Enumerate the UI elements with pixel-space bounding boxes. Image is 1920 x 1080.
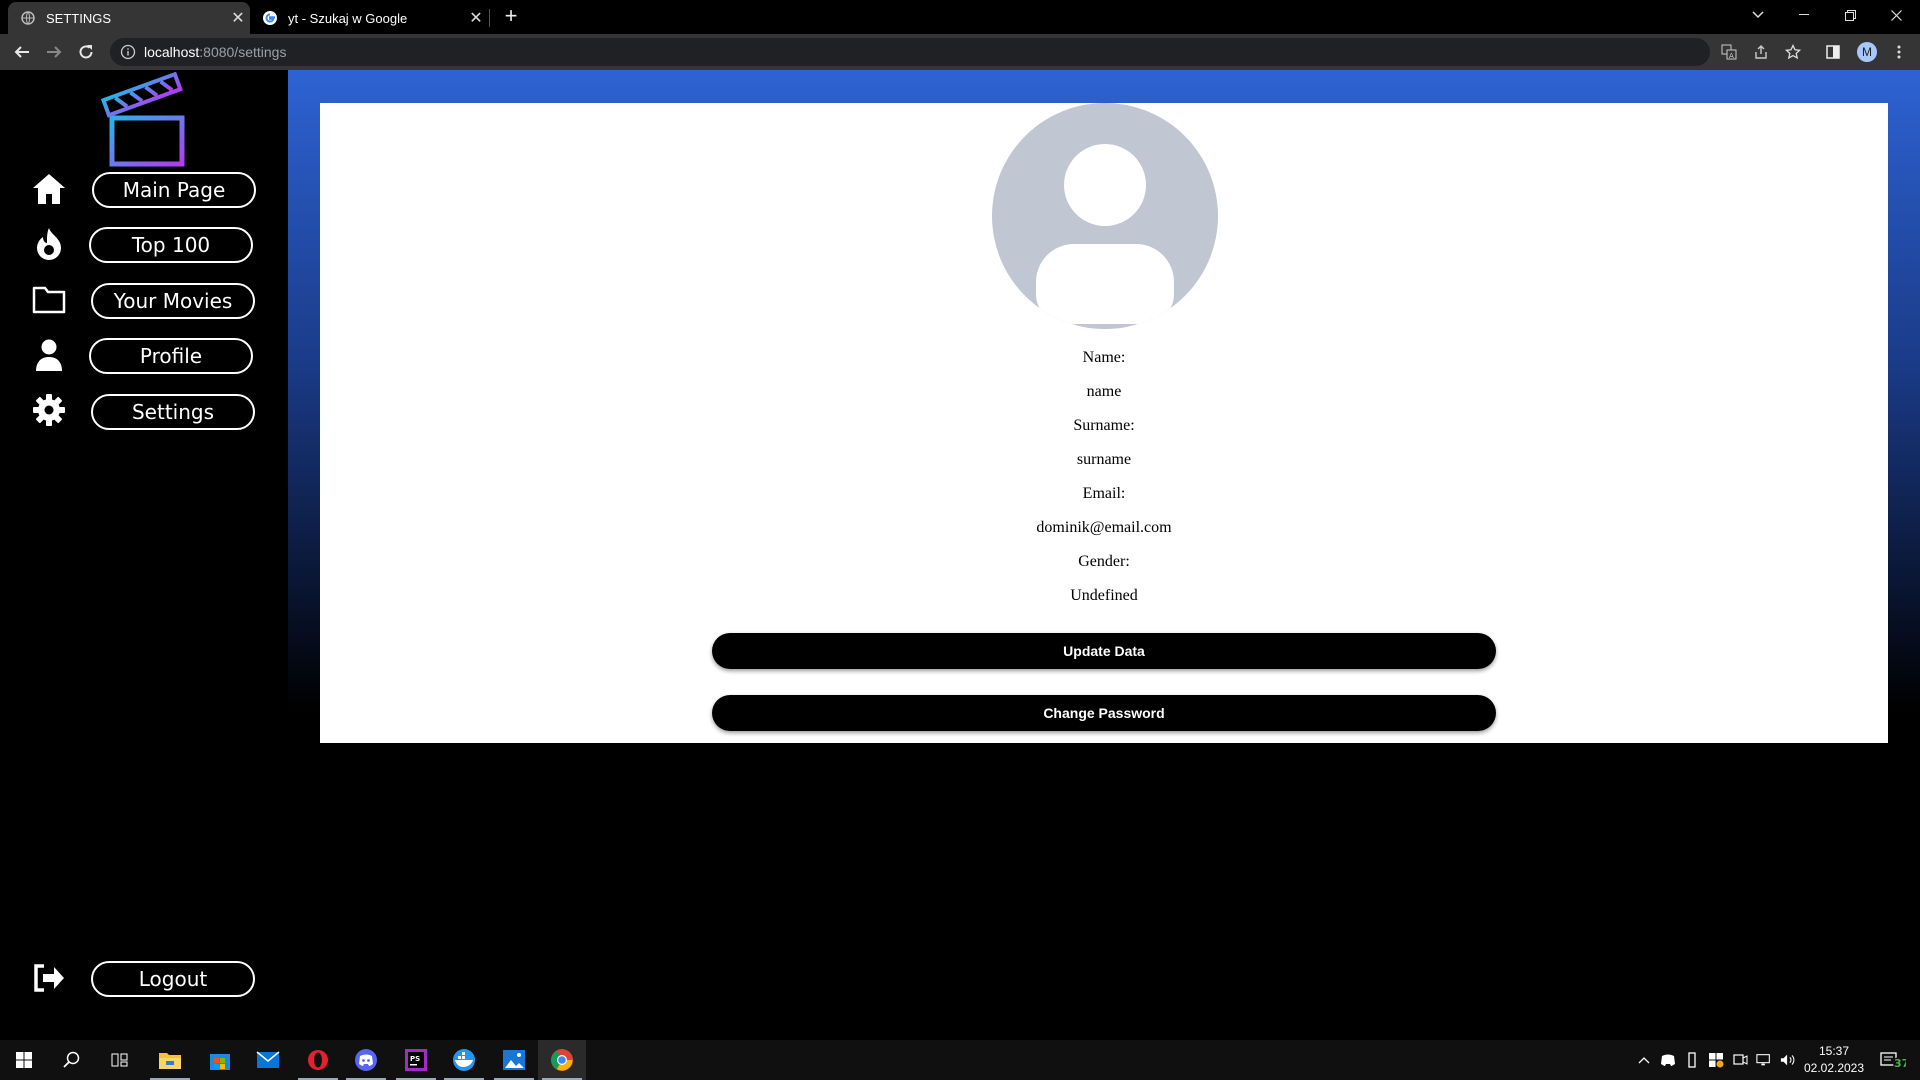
tray-chevron-up-icon[interactable] xyxy=(1636,1052,1652,1068)
your-movies-button[interactable]: Your Movies xyxy=(91,283,255,319)
tab-separator xyxy=(489,9,490,27)
chrome-icon[interactable] xyxy=(538,1040,586,1080)
star-icon[interactable] xyxy=(1783,42,1803,62)
folder-icon[interactable] xyxy=(30,280,68,318)
settings-button[interactable]: Settings xyxy=(91,394,255,430)
svg-text:PS: PS xyxy=(410,1055,420,1063)
nav-item-your-movies: Your Movies xyxy=(0,280,288,320)
opera-icon[interactable] xyxy=(294,1040,342,1080)
back-arrow-icon[interactable] xyxy=(8,38,36,66)
tray-discord-icon[interactable] xyxy=(1660,1052,1676,1068)
main-page-button[interactable]: Main Page xyxy=(92,172,256,208)
surname-label: Surname: xyxy=(1073,417,1135,434)
phpstorm-icon[interactable]: PS xyxy=(392,1040,440,1080)
window-close-icon[interactable] xyxy=(1873,0,1919,30)
nav-item-logout: Logout xyxy=(0,959,288,999)
close-icon[interactable]: ✕ xyxy=(464,8,488,28)
tray-volume-icon[interactable] xyxy=(1780,1052,1796,1068)
nav-item-settings: Settings xyxy=(0,391,288,431)
clapperboard-logo-icon[interactable] xyxy=(100,71,190,168)
clock-date: 02.02.2023 xyxy=(1803,1061,1865,1075)
settings-card: Name: name Surname: surname Email: domin… xyxy=(320,103,1888,743)
tab-title: SETTINGS xyxy=(46,10,112,26)
mail-icon[interactable] xyxy=(244,1040,292,1080)
gender-value: Undefined xyxy=(1070,587,1138,604)
globe-icon xyxy=(20,10,36,26)
gender-label: Gender: xyxy=(1078,553,1130,570)
docker-icon[interactable] xyxy=(440,1040,488,1080)
info-icon[interactable] xyxy=(120,44,136,60)
avatar-head xyxy=(1064,144,1146,226)
svg-text:A: A xyxy=(1729,52,1734,60)
avatar-body xyxy=(1036,244,1174,324)
photos-icon[interactable] xyxy=(490,1040,538,1080)
close-icon[interactable]: ✕ xyxy=(226,8,250,28)
profile-avatar[interactable]: M xyxy=(1857,42,1877,62)
side-panel-icon[interactable] xyxy=(1823,42,1843,62)
tray-usb-icon[interactable] xyxy=(1684,1052,1700,1068)
change-password-button[interactable]: Change Password xyxy=(712,695,1496,731)
tab-settings[interactable]: SETTINGS ✕ xyxy=(8,2,250,34)
search-icon[interactable] xyxy=(48,1040,96,1080)
file-explorer-icon[interactable] xyxy=(146,1040,194,1080)
tab-google-search[interactable]: yt - Szukaj w Google ✕ xyxy=(252,2,488,34)
forward-arrow-icon[interactable] xyxy=(40,38,68,66)
page-viewport: Main Page Top 100 Your Movies Profile Se… xyxy=(0,70,1920,1040)
nav-item-main-page: Main Page xyxy=(0,170,288,210)
gear-icon[interactable] xyxy=(30,391,68,429)
windows-start-icon[interactable] xyxy=(0,1040,48,1080)
tray-windows-update-icon[interactable] xyxy=(1708,1052,1724,1068)
new-tab-icon[interactable]: + xyxy=(499,5,523,29)
update-data-button[interactable]: Update Data xyxy=(712,633,1496,669)
profile-button[interactable]: Profile xyxy=(89,338,253,374)
share-icon[interactable] xyxy=(1751,42,1771,62)
address-bar[interactable]: localhost:8080/settings xyxy=(110,38,1710,66)
nav-item-profile: Profile xyxy=(0,336,288,376)
tab-search-icon[interactable] xyxy=(1735,0,1781,30)
google-icon xyxy=(262,10,278,26)
clock-time: 15:37 xyxy=(1818,1044,1850,1058)
browser-tab-bar: SETTINGS ✕ yt - Szukaj w Google ✕ + xyxy=(0,0,1920,34)
task-view-icon[interactable] xyxy=(96,1040,144,1080)
restore-icon[interactable] xyxy=(1827,0,1873,30)
nav-item-top-100: Top 100 xyxy=(0,225,288,265)
logout-icon[interactable] xyxy=(30,959,68,997)
browser-toolbar: localhost:8080/settings A M xyxy=(0,34,1920,70)
discord-icon[interactable] xyxy=(342,1040,390,1080)
tab-title: yt - Szukaj w Google xyxy=(288,10,408,26)
microsoft-store-icon[interactable] xyxy=(196,1040,244,1080)
os-taskbar: PS 15:37 02.02.2023 37 xyxy=(0,1040,1920,1080)
avatar xyxy=(992,103,1218,329)
tray-network-icon[interactable] xyxy=(1756,1052,1772,1068)
logout-button[interactable]: Logout xyxy=(91,961,255,997)
fire-icon[interactable] xyxy=(30,225,68,263)
home-icon[interactable] xyxy=(30,170,68,208)
top-100-button[interactable]: Top 100 xyxy=(89,227,253,263)
url-host: localhost xyxy=(144,44,200,60)
kebab-menu-icon[interactable] xyxy=(1889,42,1909,62)
url-path: :8080/settings xyxy=(199,44,287,60)
name-label: Name: xyxy=(1082,349,1126,366)
system-clock[interactable]: 15:37 02.02.2023 xyxy=(1800,1043,1868,1077)
tray-notifications-icon[interactable]: 37 xyxy=(1880,1052,1906,1070)
surname-value: surname xyxy=(1076,451,1132,468)
tray-webcam-icon[interactable] xyxy=(1732,1052,1748,1068)
email-label: Email: xyxy=(1082,485,1126,502)
sidebar: Main Page Top 100 Your Movies Profile Se… xyxy=(0,70,288,1040)
minimize-icon[interactable] xyxy=(1781,0,1827,30)
reload-icon[interactable] xyxy=(72,38,100,66)
email-value: dominik@email.com xyxy=(1036,519,1172,536)
user-icon[interactable] xyxy=(30,336,68,374)
svg-text:37: 37 xyxy=(1894,1057,1906,1070)
translate-icon[interactable]: A xyxy=(1719,42,1739,62)
name-value: name xyxy=(1086,383,1122,400)
